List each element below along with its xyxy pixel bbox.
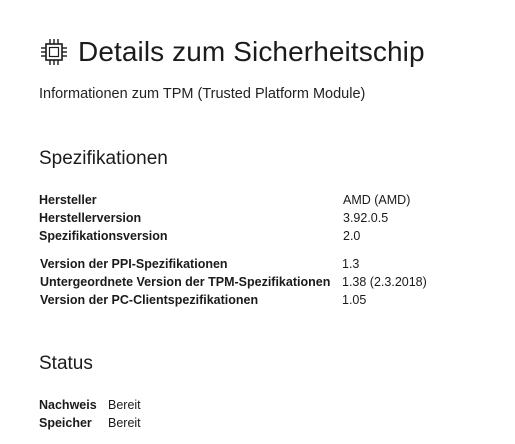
status-value-attestation: Bereit — [108, 398, 141, 412]
status-value-storage: Bereit — [108, 416, 141, 430]
spec-value-specification-version: 2.0 — [343, 229, 361, 243]
status-heading: Status — [39, 353, 93, 374]
page-title: Details zum Sicherheitschip — [78, 36, 425, 67]
chip-icon — [41, 39, 67, 65]
page-subtitle: Informationen zum TPM (Trusted Platform … — [39, 86, 366, 102]
spec-label-tpm-subversion: Untergeordnete Version der TPM-Spezifika… — [40, 275, 331, 289]
spec-value-ppi-version: 1.3 — [342, 257, 360, 271]
spec-label-ppi-version: Version der PPI-Spezifikationen — [40, 257, 228, 271]
status-label-storage: Speicher — [39, 416, 92, 430]
spec-value-manufacturer-version: 3.92.0.5 — [343, 211, 389, 225]
spec-label-manufacturer-version: Herstellerversion — [39, 211, 142, 225]
spec-value-pc-client-version: 1.05 — [342, 293, 367, 307]
spec-value-tpm-subversion: 1.38 (2.3.2018) — [342, 275, 427, 289]
spec-label-pc-client-version: Version der PC-Clientspezifikationen — [40, 293, 259, 307]
spec-value-manufacturer: AMD (AMD) — [343, 193, 411, 207]
spec-label-manufacturer: Hersteller — [39, 193, 97, 207]
spec-label-specification-version: Spezifikationsversion — [39, 229, 168, 243]
specifications-heading: Spezifikationen — [39, 148, 168, 169]
page-header: Details zum Sicherheitschip — [39, 36, 425, 68]
status-label-attestation: Nachweis — [39, 398, 97, 412]
